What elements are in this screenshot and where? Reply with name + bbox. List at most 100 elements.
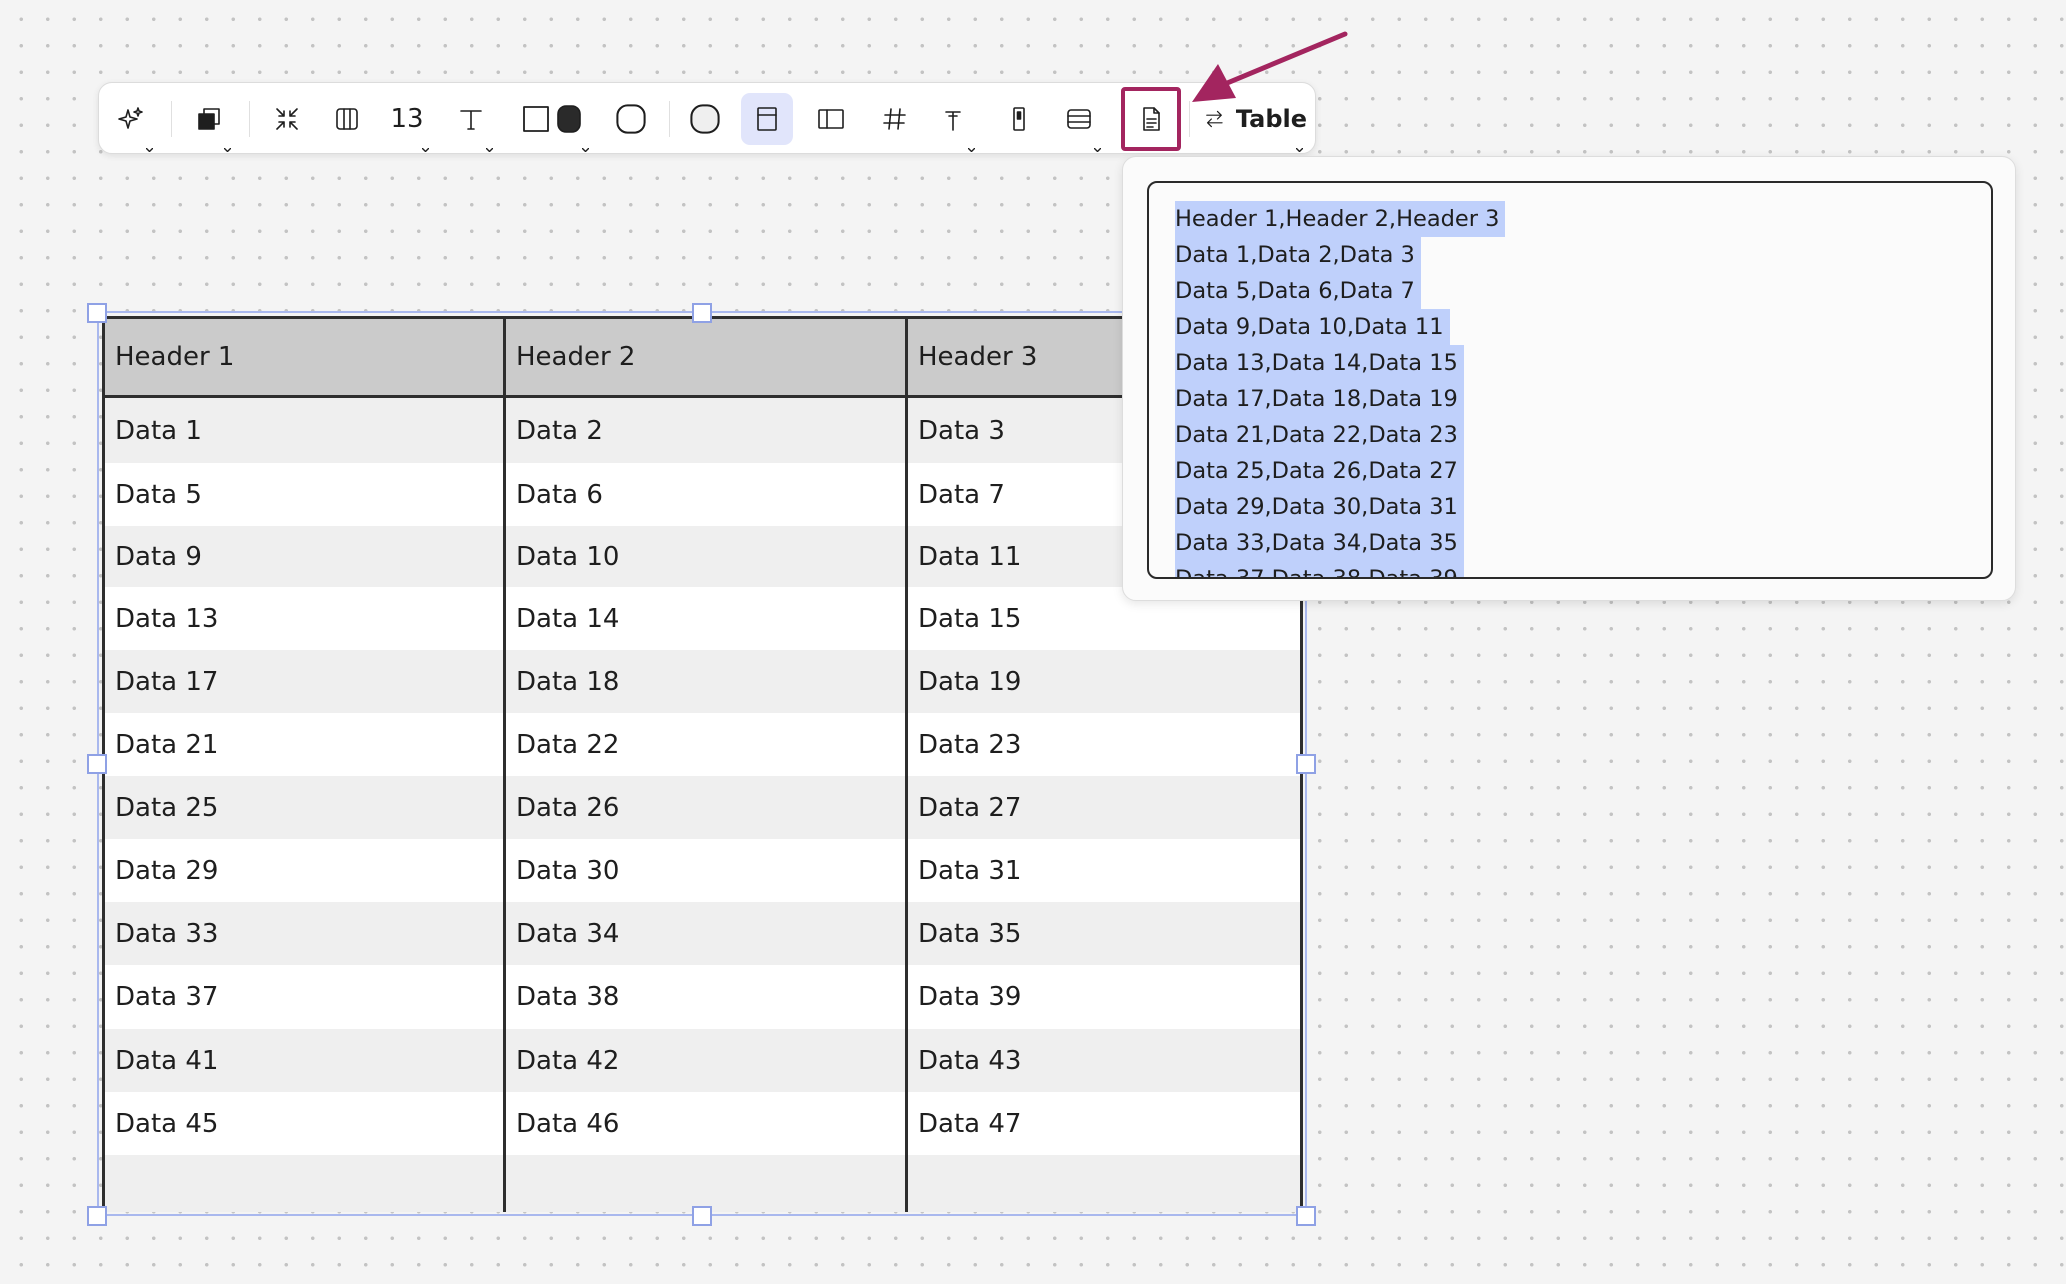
vertical-align-button[interactable]	[993, 93, 1045, 145]
text-icon	[460, 110, 482, 130]
chevron-down-icon	[967, 137, 976, 153]
resize-handle-left[interactable]	[87, 754, 107, 774]
csv-line: Data 1,Data 2,Data 3	[1175, 237, 1421, 273]
layers-icon	[198, 108, 220, 130]
table-row: Data 41 Data 42 Data 43	[105, 1029, 1300, 1092]
table-cell[interactable]: Data 47	[908, 1092, 1300, 1155]
csv-line: Data 21,Data 22,Data 23	[1175, 417, 1464, 453]
table-cell[interactable]: Data 33	[105, 902, 506, 965]
table-cell[interactable]: Data 31	[908, 839, 1300, 902]
layer-order-button[interactable]	[183, 93, 235, 153]
table-row: Data 37 Data 38 Data 39	[105, 965, 1300, 1029]
magic-sparkle-button[interactable]	[105, 93, 157, 153]
vertical-align-icon	[1013, 107, 1025, 131]
table-cell[interactable]: Data 1	[105, 398, 506, 463]
annotation-arrow-icon	[1192, 31, 1348, 102]
resize-handle-bottom[interactable]	[692, 1206, 712, 1226]
table-cell[interactable]: Data 27	[908, 776, 1300, 839]
table-cell[interactable]: Data 38	[506, 965, 908, 1029]
rounded-shape-icon	[690, 104, 720, 134]
text-style-button[interactable]	[445, 93, 497, 153]
resize-handle-right[interactable]	[1296, 754, 1316, 774]
square-outline-icon	[523, 106, 549, 132]
header-cell[interactable]: Header 1	[105, 319, 506, 395]
table-cell[interactable]: Data 2	[506, 398, 908, 463]
table-row: Data 45 Data 46 Data 47	[105, 1092, 1300, 1155]
csv-line: Data 5,Data 6,Data 7	[1175, 273, 1421, 309]
filled-rounded-square-icon	[557, 105, 581, 133]
document-icon	[1143, 107, 1160, 131]
table-row: Data 25 Data 26 Data 27	[105, 776, 1300, 839]
table-row: Data 17 Data 18 Data 19	[105, 650, 1300, 713]
table-cell[interactable]: Data 18	[506, 650, 908, 713]
toolbar-divider	[669, 101, 670, 137]
chevron-down-icon	[145, 137, 154, 153]
table-cell[interactable]: Data 5	[105, 463, 506, 526]
resize-handle-bottom-left[interactable]	[87, 1206, 107, 1226]
resize-handle-top[interactable]	[692, 303, 712, 323]
table-cell[interactable]: Data 9	[105, 526, 506, 587]
table-cell[interactable]: Data 37	[105, 965, 506, 1029]
columns-button[interactable]	[321, 93, 373, 145]
header-row-button[interactable]	[741, 93, 793, 145]
table-cell[interactable]	[908, 1155, 1300, 1212]
table-cell[interactable]: Data 22	[506, 713, 908, 776]
table-cell[interactable]: Data 13	[105, 587, 506, 650]
table-cell[interactable]: Data 42	[506, 1029, 908, 1092]
header-column-button[interactable]	[805, 93, 857, 145]
csv-textarea[interactable]: Header 1,Header 2,Header 3 Data 1,Data 2,…	[1147, 181, 1993, 579]
row-settings-button[interactable]	[1053, 93, 1105, 153]
table-cell[interactable]: Data 45	[105, 1092, 506, 1155]
table-header-row: Header 1 Header 2 Header 3	[105, 319, 1300, 398]
chevron-down-icon	[421, 137, 430, 153]
table-cell[interactable]: Data 6	[506, 463, 908, 526]
sparkle-icon	[118, 107, 143, 129]
table-cell[interactable]: Data 26	[506, 776, 908, 839]
csv-line: Data 13,Data 14,Data 15	[1175, 345, 1464, 381]
table-cell[interactable]: Data 35	[908, 902, 1300, 965]
chevron-down-icon	[581, 137, 590, 153]
grid-lines-button[interactable]	[869, 93, 921, 145]
chevron-down-icon	[1093, 137, 1102, 153]
shape-style-button[interactable]	[679, 93, 731, 145]
table-cell[interactable]	[506, 1155, 908, 1212]
csv-export-popover: Header 1,Header 2,Header 3 Data 1,Data 2,…	[1122, 156, 2016, 601]
fill-stroke-color-button[interactable]	[513, 93, 593, 153]
columns-icon	[336, 108, 358, 130]
table-cell[interactable]: Data 46	[506, 1092, 908, 1155]
table-cell[interactable]: Data 10	[506, 526, 908, 587]
rounded-square-icon	[616, 104, 646, 134]
hash-icon	[883, 108, 906, 130]
table-row: Data 1 Data 2 Data 3	[105, 398, 1300, 463]
table-cell[interactable]: Data 25	[105, 776, 506, 839]
collapse-arrows-icon	[276, 108, 298, 130]
csv-line: Data 37,Data 38,Data 39	[1175, 561, 1464, 577]
table-cell[interactable]: Data 43	[908, 1029, 1300, 1092]
table-cell[interactable]: Data 39	[908, 965, 1300, 1029]
table-cell[interactable]: Data 21	[105, 713, 506, 776]
table-cell[interactable]: Data 23	[908, 713, 1300, 776]
corner-radius-button[interactable]	[605, 93, 657, 145]
table-cell[interactable]: Data 14	[506, 587, 908, 650]
table-row: Data 9 Data 10 Data 11	[105, 526, 1300, 587]
resize-handle-top-left[interactable]	[87, 303, 107, 323]
table-cell[interactable]: Data 41	[105, 1029, 506, 1092]
export-csv-button[interactable]	[1121, 87, 1181, 151]
header-cell[interactable]: Header 2	[506, 319, 908, 395]
rows-icon	[1067, 109, 1091, 129]
collapse-button[interactable]	[261, 93, 313, 145]
table-cell[interactable]	[105, 1155, 506, 1212]
chevron-down-icon	[1295, 137, 1304, 153]
alignment-button[interactable]	[927, 93, 979, 153]
font-size-button[interactable]: 13	[381, 93, 433, 153]
table-cell[interactable]: Data 17	[105, 650, 506, 713]
csv-line: Data 17,Data 18,Data 19	[1175, 381, 1464, 417]
table-cell[interactable]: Data 29	[105, 839, 506, 902]
table-row: Data 29 Data 30 Data 31	[105, 839, 1300, 902]
sidebar-layout-icon	[818, 109, 844, 129]
table-cell[interactable]: Data 19	[908, 650, 1300, 713]
table-row: Data 21 Data 22 Data 23	[105, 713, 1300, 776]
table-cell[interactable]: Data 30	[506, 839, 908, 902]
table-cell[interactable]: Data 34	[506, 902, 908, 965]
resize-handle-bottom-right[interactable]	[1296, 1206, 1316, 1226]
